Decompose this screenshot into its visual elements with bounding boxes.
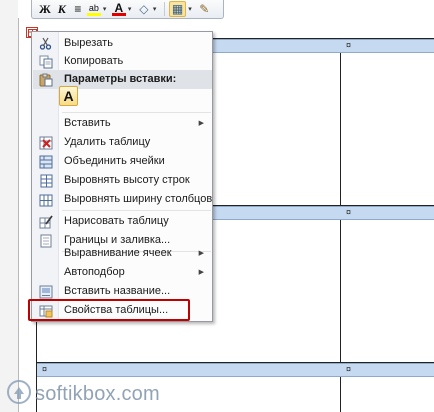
menu-item-label: Вырезать: [64, 37, 113, 49]
cell-end-mark: ¤: [346, 207, 352, 217]
menu-item-copy[interactable]: Копировать: [33, 52, 212, 71]
watermark-logo-icon: [6, 379, 32, 410]
menu-item-label: Вставить: [64, 117, 111, 129]
italic-button[interactable]: К: [55, 1, 69, 17]
menu-separator: [62, 112, 211, 113]
table-column-divider: [340, 38, 341, 412]
borders-button[interactable]: ▦: [168, 1, 187, 17]
menu-item-cut[interactable]: Вырезать: [33, 34, 212, 53]
menu-item-delete-table[interactable]: Удалить таблицу: [33, 133, 212, 152]
highlight-annotation: [28, 299, 190, 321]
menu-item-draw-table[interactable]: Нарисовать таблицу: [33, 212, 212, 231]
submenu-arrow-icon: ▶: [198, 269, 204, 276]
font-color-dropdown-icon[interactable]: ▾: [128, 5, 135, 13]
font-color-button[interactable]: A: [111, 1, 126, 16]
distribute-columns-icon: [38, 192, 53, 207]
menu-item-label: Нарисовать таблицу: [64, 215, 169, 227]
page-edge: [18, 18, 19, 412]
menu-item-label: Копировать: [64, 55, 124, 67]
menu-item-merge-cells[interactable]: Объединить ячейки: [33, 152, 212, 171]
highlight-dropdown-icon[interactable]: ▾: [103, 5, 110, 13]
submenu-arrow-icon: ▶: [198, 120, 204, 127]
cell-end-mark: ¤: [42, 364, 48, 374]
menu-item-cell-alignment[interactable]: Выравнивание ячеек ▶: [33, 244, 212, 263]
insert-caption-icon: [38, 284, 53, 299]
paste-keep-text-only-button[interactable]: A: [59, 86, 78, 106]
menu-item-label: Вставить название...: [64, 285, 171, 297]
delete-table-icon: [38, 135, 53, 150]
align-center-button[interactable]: ≡: [71, 1, 85, 17]
watermark-text: softikbox.com: [35, 382, 160, 405]
borders-dropdown-icon[interactable]: ▾: [188, 5, 195, 13]
shading-button[interactable]: ◇: [137, 1, 151, 17]
copy-icon: [38, 54, 53, 69]
bold-button[interactable]: Ж: [37, 1, 53, 17]
menu-item-distribute-columns[interactable]: Выровнять ширину столбцов: [33, 190, 212, 209]
shading-dropdown-icon[interactable]: ▾: [153, 5, 160, 13]
menu-separator: [62, 210, 211, 211]
cell-end-mark: ¤: [346, 40, 352, 50]
word-document-view: ¤ ¤ ¤ ¤ Ж К ≡ ab ▾ A ▾ ◇ ▾ ▦ ▾ ✎ Вырезат…: [0, 0, 434, 412]
merge-cells-icon: [38, 154, 53, 169]
menu-item-label: Выравнивание ячеек: [64, 247, 172, 259]
mini-toolbar: Ж К ≡ ab ▾ A ▾ ◇ ▾ ▦ ▾ ✎: [31, 0, 224, 19]
context-menu: Вырезать Копировать Параметры вставки: В…: [31, 31, 213, 322]
draw-table-icon: [38, 214, 53, 229]
menu-item-label: Автоподбор: [64, 266, 125, 278]
menu-item-distribute-rows[interactable]: Выровнять высоту строк: [33, 171, 212, 190]
menu-item-label: Выровнять ширину столбцов: [64, 193, 213, 205]
format-painter-button[interactable]: ✎: [197, 1, 211, 17]
watermark: softikbox.com: [6, 379, 160, 410]
paste-icon: [38, 72, 53, 87]
distribute-rows-icon: [38, 173, 53, 188]
highlight-button[interactable]: ab: [86, 2, 101, 16]
toolbar-separator: [163, 2, 165, 16]
menu-item-autofit[interactable]: Автоподбор ▶: [33, 263, 212, 282]
menu-item-label: Удалить таблицу: [64, 136, 151, 148]
submenu-arrow-icon: ▶: [198, 250, 204, 257]
menu-item-label: Параметры вставки:: [64, 73, 177, 85]
menu-item-label: Объединить ячейки: [64, 155, 165, 167]
cell-end-mark: ¤: [346, 364, 352, 374]
table-header-row: [37, 363, 434, 377]
menu-item-label: Выровнять высоту строк: [64, 174, 190, 186]
left-margin: [0, 0, 18, 412]
menu-item-insert[interactable]: Вставить ▶: [33, 114, 212, 133]
scissors-icon: [38, 36, 53, 51]
